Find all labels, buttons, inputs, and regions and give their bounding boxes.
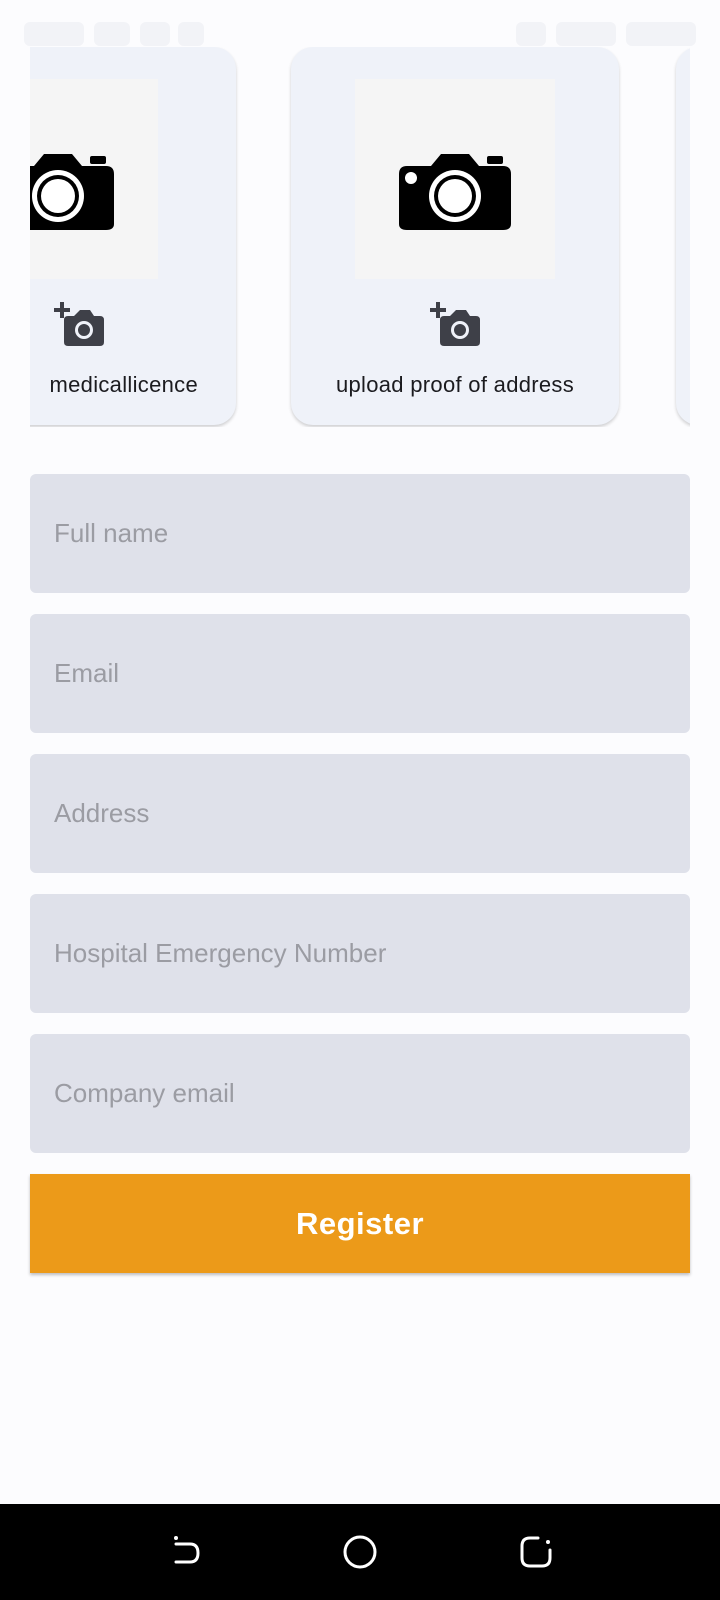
full-name-input[interactable] [30, 474, 690, 593]
company-email-input[interactable] [30, 1034, 690, 1153]
recents-icon[interactable] [512, 1528, 560, 1576]
hospital-emergency-number-input[interactable] [30, 894, 690, 1013]
hospital-emergency-number-field[interactable] [30, 894, 690, 1013]
email-input[interactable] [30, 614, 690, 733]
document-upload-carousel[interactable]: medicallicence upload proof of address [30, 47, 690, 427]
status-bar-right-icons [516, 22, 696, 46]
system-navigation-bar [0, 1504, 720, 1600]
document-preview [30, 79, 158, 279]
address-input[interactable] [30, 754, 690, 873]
add-a-photo-icon[interactable] [54, 300, 104, 346]
home-icon[interactable] [336, 1528, 384, 1576]
add-a-photo-icon[interactable] [430, 300, 480, 346]
register-button[interactable]: Register [30, 1174, 690, 1273]
upload-card-next[interactable] [676, 47, 690, 425]
full-name-field[interactable] [30, 474, 690, 593]
camera-icon [30, 154, 114, 230]
upload-card-label: upload proof of address [335, 372, 575, 397]
company-email-field[interactable] [30, 1034, 690, 1153]
document-preview [355, 79, 555, 279]
address-field[interactable] [30, 754, 690, 873]
email-field[interactable] [30, 614, 690, 733]
camera-icon [399, 154, 511, 230]
back-icon[interactable] [160, 1528, 208, 1576]
status-bar-left-icons [24, 22, 204, 46]
upload-card-medical-licence[interactable]: medicallicence [30, 47, 236, 425]
upload-card-label: medicallicence [49, 372, 198, 397]
upload-card-proof-of-address[interactable]: upload proof of address [291, 47, 619, 425]
